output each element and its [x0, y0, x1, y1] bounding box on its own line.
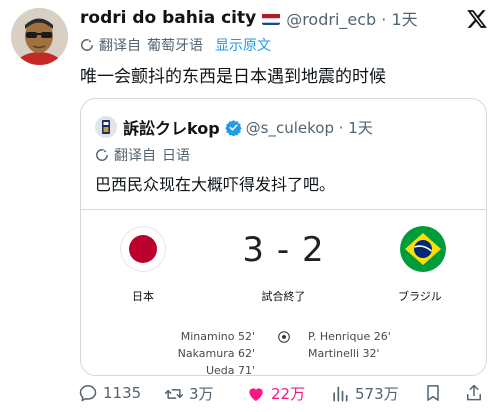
- match-score: 3 - 2: [242, 230, 325, 270]
- match-result-card: 3 - 2 日本 試合終了 ブラジル Minamino 52' Nakamura…: [81, 209, 486, 376]
- scorer-entry: Minamino 52': [180, 330, 255, 343]
- views-chart-icon: [333, 386, 348, 401]
- quote-translate-language: 日语: [162, 148, 190, 164]
- reply-count: 1135: [103, 384, 142, 402]
- share-button[interactable]: [464, 383, 489, 403]
- views-button[interactable]: 573万: [330, 383, 399, 404]
- like-button[interactable]: 22万: [246, 383, 305, 404]
- translate-icon: [96, 149, 108, 161]
- author-name[interactable]: rodri do bahia city: [80, 8, 256, 28]
- scorer-entry: Martinelli 32': [308, 347, 380, 360]
- quote-author-avatar: [95, 116, 117, 138]
- translate-label: 翻译自: [99, 38, 141, 54]
- tweet-header: rodri do bahia city @rodri_ecb · 1天: [80, 7, 460, 29]
- scorer-entry: Nakamura 62': [177, 347, 255, 360]
- reply-icon: [79, 385, 97, 402]
- tweet-text: 唯一会颤抖的东西是日本遇到地震的时候: [80, 67, 386, 87]
- translation-info: 翻译自 葡萄牙语 显示原文: [80, 35, 271, 55]
- heart-icon: [249, 387, 263, 401]
- translate-icon: [81, 39, 93, 51]
- show-original-link[interactable]: 显示原文: [215, 35, 271, 55]
- author-handle-time[interactable]: @rodri_ecb · 1天: [286, 6, 417, 30]
- retweet-button[interactable]: 3万: [164, 383, 214, 404]
- verified-badge-icon: [224, 119, 242, 136]
- like-count: 22万: [271, 385, 306, 403]
- quote-translate-label: 翻译自: [114, 148, 156, 164]
- reply-button[interactable]: 1135: [78, 383, 141, 403]
- home-scorers: Minamino 52' Nakamura 62' Ueda 71': [177, 328, 255, 376]
- share-icon: [467, 384, 481, 401]
- retweet-icon: [164, 388, 184, 399]
- quote-header: 訴訟クレkop @s_culekop · 1天: [95, 115, 373, 139]
- translate-language: 葡萄牙语: [147, 38, 203, 54]
- quoted-tweet[interactable]: 訴訟クレkop @s_culekop · 1天 翻译自 日语 巴西民众现在大概吓…: [80, 98, 487, 376]
- views-count: 573万: [355, 385, 399, 403]
- away-team-name: ブラジル: [398, 290, 442, 303]
- quote-author-handle-time: @s_culekop · 1天: [245, 118, 373, 137]
- bookmark-icon: [427, 385, 439, 401]
- author-avatar[interactable]: [11, 8, 68, 65]
- scorer-entry: Ueda 71': [205, 364, 255, 376]
- x-logo-icon[interactable]: [466, 8, 488, 30]
- quote-text: 巴西民众现在大概吓得发抖了吧。: [95, 175, 336, 194]
- netherlands-flag-icon: [262, 12, 281, 25]
- quote-translation-info: 翻译自 日语: [95, 145, 190, 165]
- tweet-actions: 1135 3万 22万 573万: [78, 383, 488, 405]
- bookmark-button[interactable]: [423, 383, 448, 403]
- quote-author-name: 訴訟クレkop: [123, 119, 220, 138]
- away-scorers: P. Henrique 26' Martinelli 32': [308, 328, 391, 362]
- soccer-ball-icon: [278, 331, 290, 343]
- scorer-entry: P. Henrique 26': [308, 330, 391, 343]
- retweet-count: 3万: [189, 385, 214, 403]
